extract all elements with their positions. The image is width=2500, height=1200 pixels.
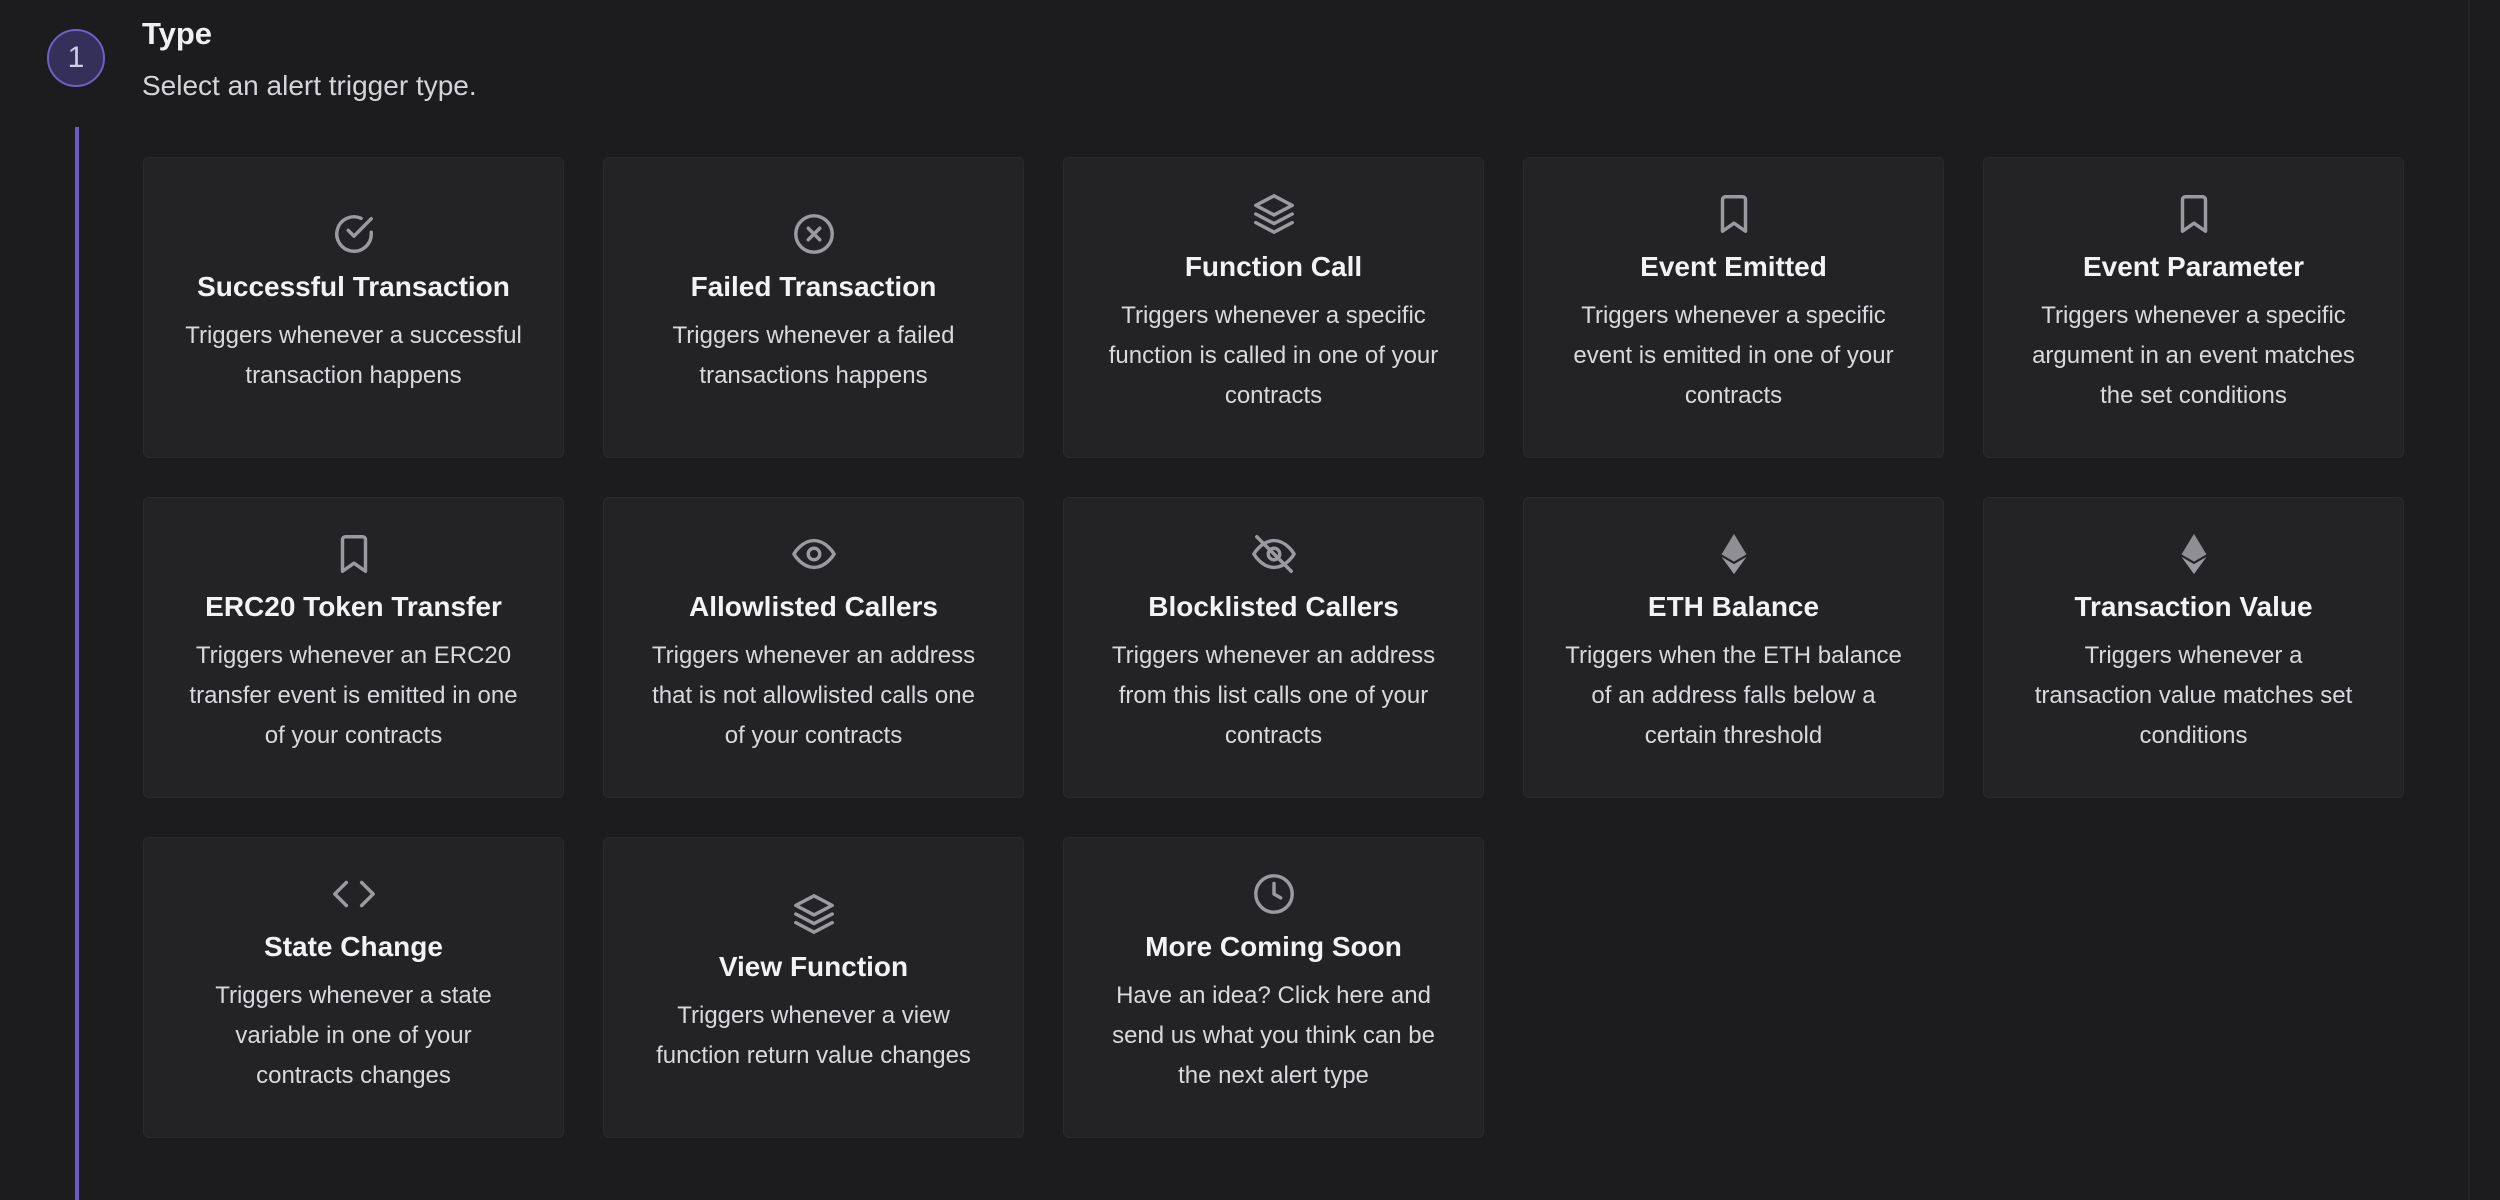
card-description: Triggers whenever an address from this l… <box>1111 642 1436 749</box>
card-title: Function Call <box>1184 251 1363 282</box>
card-description: Triggers whenever a specific argument in… <box>2032 302 2355 409</box>
code-icon <box>331 871 377 917</box>
step-progress-line <box>75 127 79 1200</box>
card-title: Allowlisted Callers <box>689 591 938 622</box>
alert-type-card[interactable]: Allowlisted Callers Triggers whenever an… <box>603 497 1024 798</box>
card-description: Triggers whenever an address that is not… <box>651 642 976 749</box>
eye-off-icon <box>1251 531 1297 577</box>
alert-type-grid: Successful Transaction Triggers whenever… <box>143 157 2404 1138</box>
card-description: Triggers whenever a specific event is em… <box>1573 302 1894 409</box>
card-title: View Function <box>718 951 909 982</box>
card-description: Triggers whenever a transaction value ma… <box>2034 642 2353 749</box>
card-description: Triggers whenever a specific function is… <box>1108 302 1439 409</box>
alert-type-card[interactable]: Event Parameter Triggers whenever a spec… <box>1983 157 2404 458</box>
card-title: More Coming Soon <box>1145 931 1402 962</box>
layers-icon <box>1251 191 1297 237</box>
clock-icon <box>1251 871 1297 917</box>
card-title: Event Emitted <box>1640 251 1827 282</box>
card-description: Triggers whenever a successful transacti… <box>185 322 522 389</box>
alert-type-card[interactable]: Event Emitted Triggers whenever a specif… <box>1523 157 1944 458</box>
card-title: Transaction Value <box>2074 591 2313 622</box>
alert-type-card[interactable]: ETH Balance Triggers when the ETH balanc… <box>1523 497 1944 798</box>
card-title: Blocklisted Callers <box>1148 591 1399 622</box>
card-description: Triggers whenever a failed transactions … <box>672 322 955 389</box>
ethereum-icon <box>2171 531 2217 577</box>
card-title: ETH Balance <box>1647 591 1820 622</box>
card-description: Have an idea? Click here and send us wha… <box>1112 982 1435 1089</box>
bookmark-icon <box>331 531 377 577</box>
card-title: Successful Transaction <box>197 271 510 302</box>
card-title: ERC20 Token Transfer <box>205 591 502 622</box>
card-description: Triggers whenever a view function return… <box>656 1002 971 1069</box>
step-subtitle: Select an alert trigger type. <box>142 70 477 101</box>
x-circle-icon <box>791 211 837 257</box>
alert-type-card[interactable]: View Function Triggers whenever a view f… <box>603 837 1024 1138</box>
eye-icon <box>791 531 837 577</box>
card-title: Failed Transaction <box>690 271 937 302</box>
step-number: 1 <box>67 41 85 74</box>
alert-type-card[interactable]: Successful Transaction Triggers whenever… <box>143 157 564 458</box>
layers-icon <box>791 891 837 937</box>
card-description: Triggers whenever an ERC20 transfer even… <box>189 642 518 749</box>
panel-right-border <box>2468 0 2470 1200</box>
card-title: State Change <box>264 931 443 962</box>
ethereum-icon <box>1711 531 1757 577</box>
alert-type-card[interactable]: Failed Transaction Triggers whenever a f… <box>603 157 1024 458</box>
bookmark-icon <box>1711 191 1757 237</box>
bookmark-icon <box>2171 191 2217 237</box>
check-circle-icon <box>331 211 377 257</box>
step-title: Type <box>142 16 213 51</box>
alert-type-card[interactable]: More Coming Soon Have an idea? Click her… <box>1063 837 1484 1138</box>
alert-type-card[interactable]: Transaction Value Triggers whenever a tr… <box>1983 497 2404 798</box>
step-number-badge: 1 <box>47 29 105 87</box>
alert-type-card[interactable]: Blocklisted Callers Triggers whenever an… <box>1063 497 1484 798</box>
card-title: Event Parameter <box>2082 251 2304 282</box>
alert-type-card[interactable]: State Change Triggers whenever a state v… <box>143 837 564 1138</box>
alert-type-card[interactable]: ERC20 Token Transfer Triggers whenever a… <box>143 497 564 798</box>
card-description: Triggers when the ETH balance of an addr… <box>1565 642 1902 749</box>
alert-type-card[interactable]: Function Call Triggers whenever a specif… <box>1063 157 1484 458</box>
card-description: Triggers whenever a state variable in on… <box>215 982 492 1089</box>
